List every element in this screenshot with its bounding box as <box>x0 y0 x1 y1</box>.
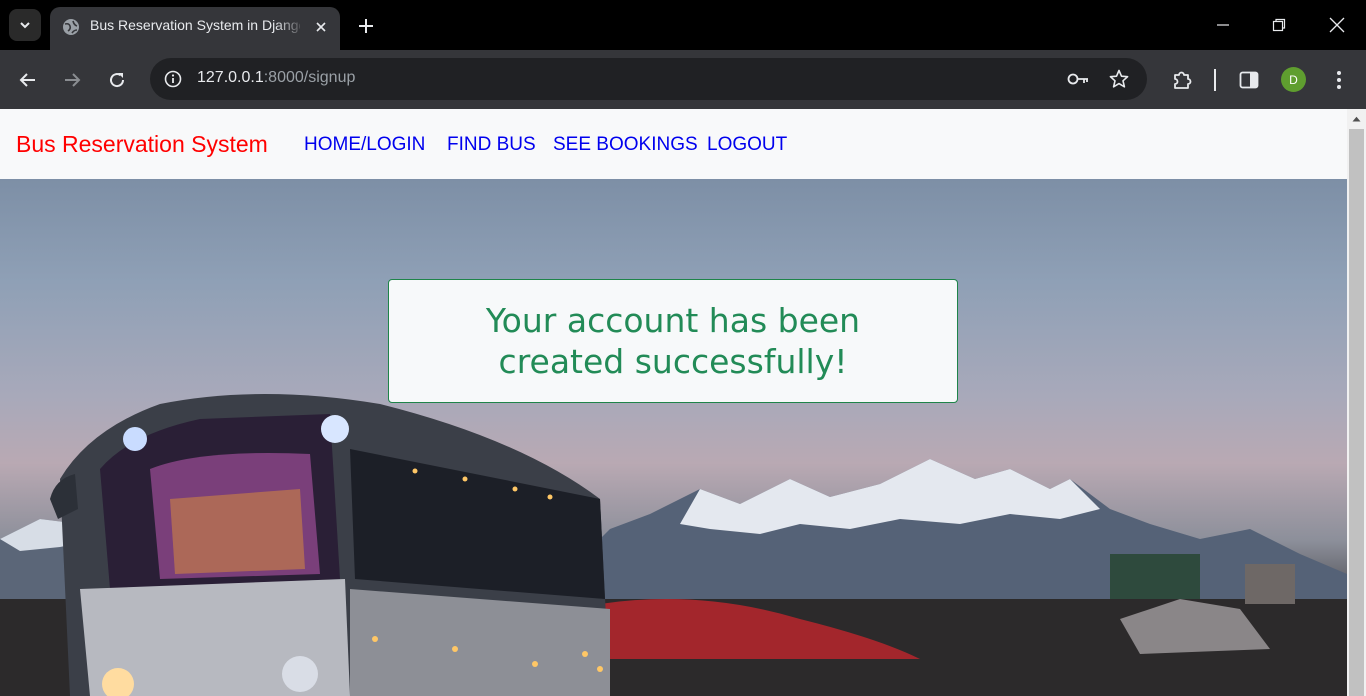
profile-avatar[interactable]: D <box>1281 67 1306 92</box>
extensions-button[interactable] <box>1166 64 1198 96</box>
star-icon <box>1109 69 1129 88</box>
active-tab[interactable]: Bus Reservation System in Django <box>50 7 340 50</box>
bus-mountain-photo <box>0 394 1347 696</box>
scroll-up-arrow-icon <box>1352 116 1361 122</box>
page-viewport: Bus Reservation System HOME/LOGIN FIND B… <box>0 109 1366 696</box>
tab-search-button[interactable] <box>9 9 41 41</box>
chevron-down-icon <box>20 22 30 29</box>
url-text[interactable]: 127.0.0.1:8000/signup <box>197 69 355 87</box>
nav-link-logout[interactable]: LOGOUT <box>707 134 787 156</box>
arrow-right-icon <box>65 73 81 87</box>
arrow-left-icon <box>19 73 35 87</box>
nav-link-find-bus[interactable]: FIND BUS <box>447 134 536 156</box>
restore-button[interactable] <box>1259 8 1299 42</box>
site-brand-link[interactable]: Bus Reservation System <box>16 131 268 158</box>
minimize-button[interactable] <box>1203 8 1243 42</box>
nav-link-home-login[interactable]: HOME/LOGIN <box>304 134 425 156</box>
close-window-button[interactable] <box>1317 8 1357 42</box>
minimize-icon <box>1217 24 1229 26</box>
reload-icon <box>110 73 125 88</box>
plus-icon <box>359 19 373 33</box>
toolbar-divider <box>1214 69 1216 91</box>
new-tab-button[interactable] <box>352 12 380 40</box>
success-message: Your account has been created successful… <box>485 301 861 381</box>
url-host: 127.0.0.1 <box>197 69 264 86</box>
globe-icon <box>63 19 79 35</box>
chrome-menu-button[interactable] <box>1323 64 1355 96</box>
success-alert: Your account has been created successful… <box>388 279 958 403</box>
side-panel-button[interactable] <box>1233 64 1265 96</box>
close-icon <box>316 22 326 32</box>
nav-link-see-bookings[interactable]: SEE BOOKINGS <box>553 134 698 156</box>
puzzle-icon <box>1174 71 1192 89</box>
side-panel-icon <box>1239 71 1259 89</box>
tab-strip: Bus Reservation System in Django <box>0 0 1366 50</box>
browser-toolbar: 127.0.0.1:8000/signup <box>0 50 1366 109</box>
back-button[interactable] <box>12 64 44 96</box>
scrollbar-thumb[interactable] <box>1349 129 1364 696</box>
hero-background-image <box>0 179 1347 696</box>
scroll-up-button[interactable] <box>1347 109 1366 129</box>
info-icon <box>164 70 182 88</box>
password-key-button[interactable] <box>1063 64 1093 94</box>
reload-button[interactable] <box>101 64 133 96</box>
more-vertical-icon <box>1337 71 1341 89</box>
page-scrollbar[interactable] <box>1347 109 1366 696</box>
url-path: :8000/signup <box>263 69 356 86</box>
restore-icon <box>1272 18 1286 32</box>
key-icon <box>1067 73 1088 85</box>
address-bar[interactable]: 127.0.0.1:8000/signup <box>150 58 1147 100</box>
site-navbar: Bus Reservation System HOME/LOGIN FIND B… <box>0 109 1347 179</box>
tab-title: Bus Reservation System in Django <box>90 17 300 33</box>
close-icon <box>1329 17 1345 33</box>
forward-button[interactable] <box>56 64 88 96</box>
tab-close-button[interactable] <box>310 16 332 38</box>
site-info-button[interactable] <box>158 64 188 94</box>
bookmark-button[interactable] <box>1104 64 1134 94</box>
tab-title-fade <box>275 15 305 39</box>
